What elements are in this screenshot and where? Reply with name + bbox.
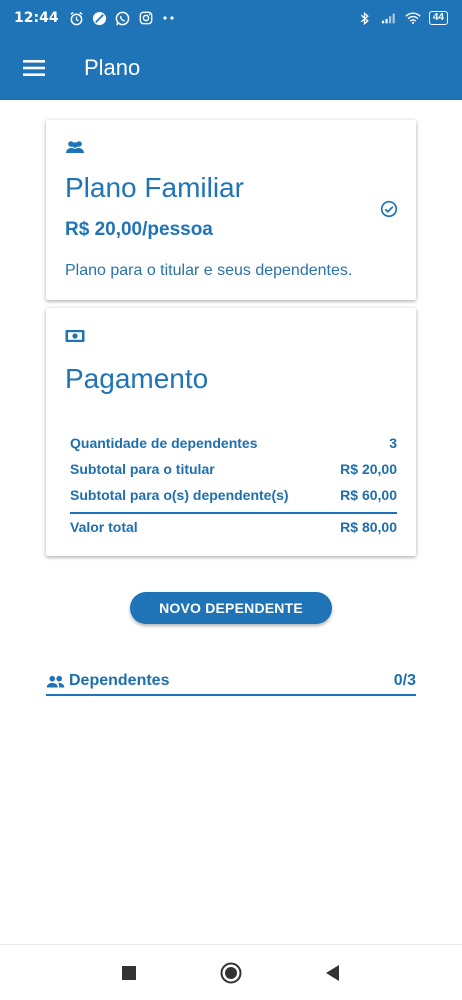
home-button[interactable] — [217, 959, 245, 987]
home-circle-icon — [220, 962, 242, 983]
dependents-label: Dependentes — [69, 672, 170, 689]
more-notifications-icon — [161, 10, 177, 26]
battery-indicator: 44 — [428, 11, 448, 25]
plan-card[interactable]: Plano Familiar R$ 20,00/pessoa Plano par… — [46, 120, 416, 300]
summary-label: Subtotal para o titular — [70, 461, 215, 477]
blocked-app-icon — [92, 10, 108, 26]
system-icons: 44 — [357, 10, 448, 26]
status-bar: 12:44 44 — [0, 0, 462, 36]
back-triangle-icon — [326, 964, 339, 981]
summary-row: Subtotal para o(s) dependente(s) R$ 60,0… — [70, 482, 397, 508]
new-dependent-button[interactable]: NOVO DEPENDENTE — [130, 592, 332, 624]
notification-icons — [69, 10, 177, 26]
menu-button[interactable] — [0, 36, 70, 100]
back-button[interactable] — [319, 959, 347, 987]
app-bar: Plano — [0, 36, 462, 100]
plan-price: R$ 20,00/pessoa — [65, 219, 213, 240]
system-nav-bar — [0, 944, 462, 1000]
total-row: Valor total R$ 80,00 — [70, 512, 397, 538]
plan-description: Plano para o titular e seus dependentes. — [65, 262, 353, 279]
dependents-header: Dependentes 0/3 — [46, 668, 416, 696]
money-icon — [65, 329, 85, 348]
plan-title: Plano Familiar — [65, 172, 244, 203]
recents-button[interactable] — [115, 959, 143, 987]
people-icon — [46, 675, 65, 688]
dependents-count: 0/3 — [393, 672, 416, 689]
signal-icon — [381, 10, 397, 26]
payment-summary: Quantidade de dependentes 3 Subtotal par… — [70, 430, 397, 538]
instagram-icon — [138, 10, 154, 26]
bluetooth-icon — [357, 10, 373, 26]
square-icon — [122, 965, 136, 980]
summary-row: Quantidade de dependentes 3 — [70, 430, 397, 456]
whatsapp-icon — [115, 10, 131, 26]
summary-value: R$ 20,00 — [340, 461, 397, 477]
check-circle-icon — [380, 200, 398, 223]
hamburger-menu-icon — [23, 60, 45, 76]
payment-title: Pagamento — [65, 363, 209, 394]
wifi-icon — [405, 10, 421, 26]
status-time: 12:44 — [14, 10, 59, 26]
total-value: R$ 80,00 — [340, 519, 397, 535]
payment-card: Pagamento Quantidade de dependentes 3 Su… — [46, 308, 416, 556]
alarm-icon — [69, 10, 85, 26]
summary-label: Quantidade de dependentes — [70, 435, 258, 451]
total-label: Valor total — [70, 519, 138, 535]
summary-label: Subtotal para o(s) dependente(s) — [70, 487, 289, 503]
summary-row: Subtotal para o titular R$ 20,00 — [70, 456, 397, 482]
group-icon — [65, 140, 85, 159]
summary-value: 3 — [389, 435, 397, 451]
summary-value: R$ 60,00 — [340, 487, 397, 503]
page-title: Plano — [84, 55, 141, 80]
